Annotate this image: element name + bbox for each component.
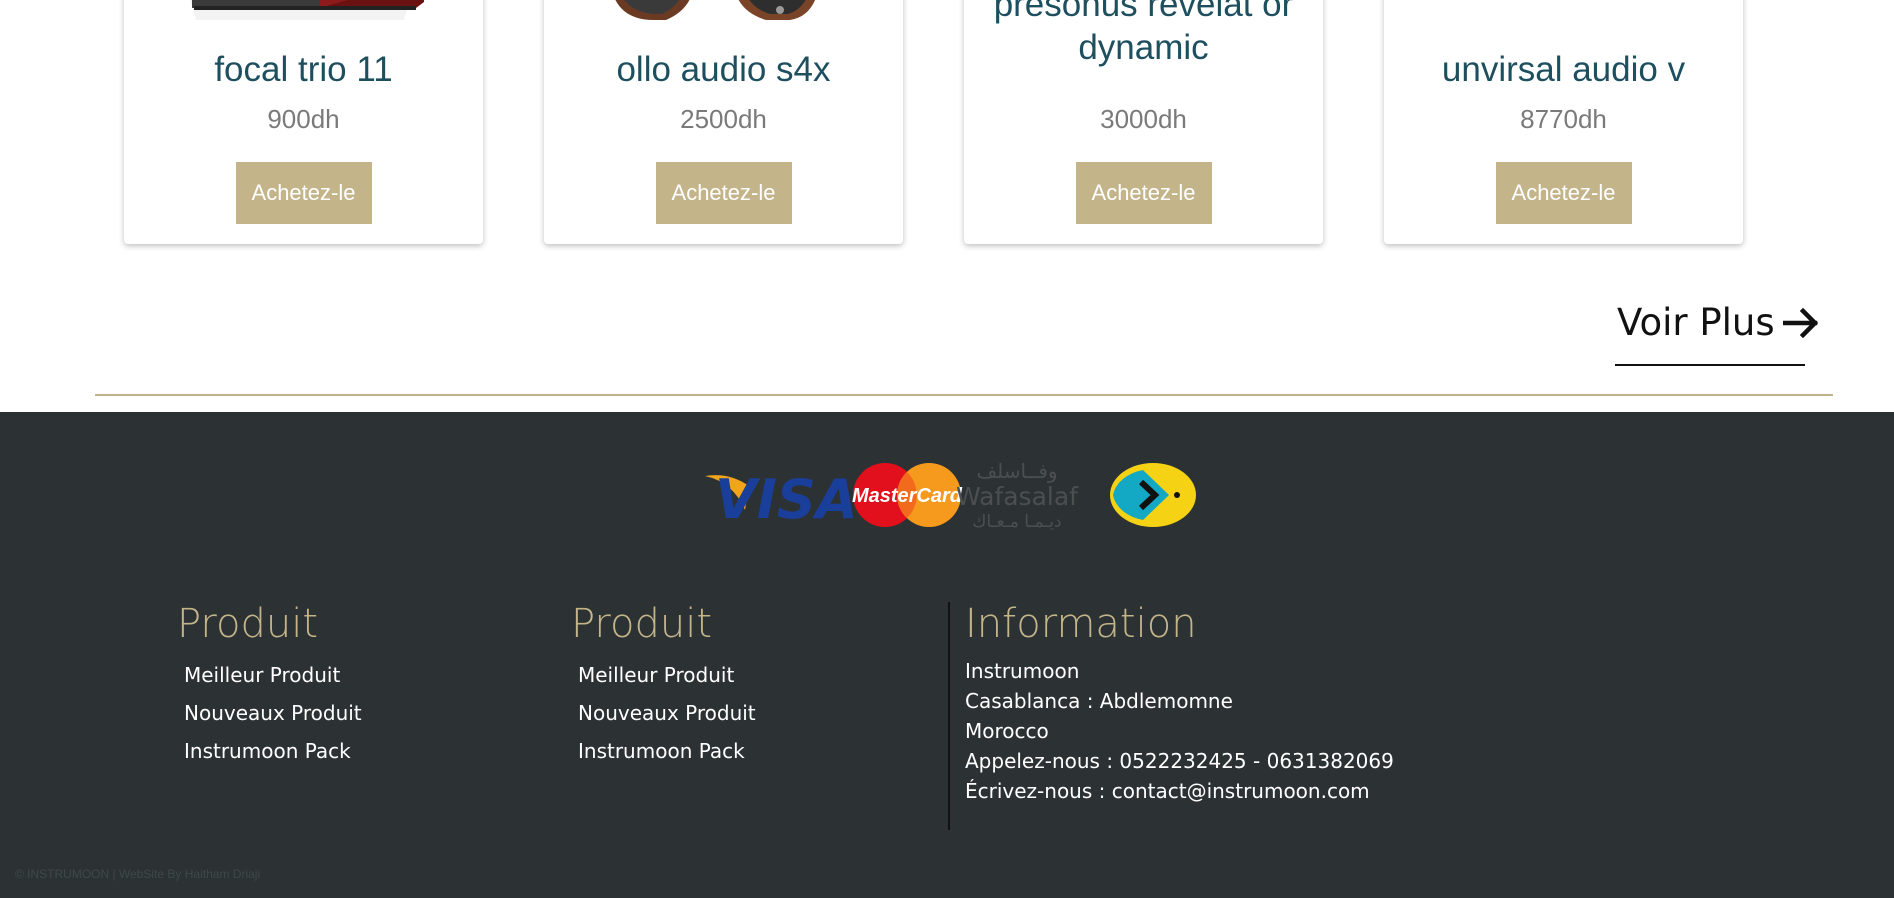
wafasalaf-arabic-bottom: ديـمـا مـعـاك	[972, 512, 1061, 530]
footer-link-item: Meilleur Produit	[578, 656, 756, 694]
footer-link-instrumoon-pack[interactable]: Instrumoon Pack	[184, 739, 351, 763]
footer-link-item: Instrumoon Pack	[578, 732, 756, 770]
product-name: focal trio 11	[214, 50, 393, 89]
footer-link-meilleur-produit[interactable]: Meilleur Produit	[184, 663, 340, 687]
voir-plus-link[interactable]: Voir Plus	[1615, 300, 1818, 366]
product-price: 8770dh	[1520, 104, 1607, 134]
footer-links: Meilleur Produit Nouveaux Produit Instru…	[571, 656, 756, 770]
footer-column-title: Produit	[177, 601, 318, 647]
footer-column-title: Information	[965, 601, 1197, 647]
product-price: 900dh	[267, 104, 340, 134]
footer-column-produit-1: Produit Meilleur Produit Nouveaux Produi…	[177, 600, 362, 770]
product-card: ollo audio s4x 2500dh Achetez-le	[544, 0, 903, 244]
footer-column-title: Produit	[571, 601, 712, 647]
mastercard-text: MasterCard	[852, 485, 963, 507]
product-image[interactable]	[544, 0, 903, 42]
cashplus-logo	[1110, 463, 1196, 527]
copyright-text: © INSTRUMOON | WebSite By Haitham Driaji	[15, 867, 261, 881]
product-image[interactable]	[124, 0, 483, 42]
product-card: presonus revelat or dynamic 3000dh Achet…	[964, 0, 1323, 244]
visa-text: VISA	[715, 468, 858, 530]
product-name: presonus revelat or dynamic	[993, 0, 1294, 67]
info-phone: Appelez-nous : 0522232425 - 0631382069	[965, 749, 1394, 773]
info-email: Écrivez-nous : contact@instrumoon.com	[965, 779, 1370, 803]
footer-column-information: Information Instrumoon Casablanca : Abdl…	[948, 601, 1394, 830]
wafasalaf-arabic-top: وفــاسلف	[976, 460, 1057, 483]
mastercard-logo: MasterCard	[852, 463, 963, 527]
footer-links: Meilleur Produit Nouveaux Produit Instru…	[177, 656, 362, 770]
products-section: focal trio 11 900dh Achetez-le ollo audi…	[0, 0, 1894, 412]
product-card: focal trio 11 900dh Achetez-le	[124, 0, 483, 244]
voir-plus-label: Voir Plus	[1617, 301, 1775, 344]
buy-button[interactable]: Achetez-le	[1075, 162, 1212, 224]
section-divider	[95, 394, 1833, 396]
product-price: 3000dh	[1100, 104, 1187, 134]
wafasalaf-logo: وفــاسلف Wafasalaf ديـمـا مـعـاك	[956, 460, 1079, 530]
wafasalaf-text: Wafasalaf	[956, 482, 1079, 511]
footer-link-nouveaux-produit[interactable]: Nouveaux Produit	[578, 701, 756, 725]
footer-link-instrumoon-pack[interactable]: Instrumoon Pack	[578, 739, 745, 763]
buy-button[interactable]: Achetez-le	[1495, 162, 1632, 224]
footer-link-meilleur-produit[interactable]: Meilleur Produit	[578, 663, 734, 687]
footer-column-produit-2: Produit Meilleur Produit Nouveaux Produi…	[571, 600, 756, 770]
visa-logo: VISA	[705, 468, 858, 530]
footer: VISA MasterCard وفــاسلف Wafasalaf ديـمـ…	[0, 412, 1894, 898]
buy-button[interactable]: Achetez-le	[235, 162, 372, 224]
info-address: Casablanca : Abdlemomne	[965, 689, 1233, 713]
footer-link-nouveaux-produit[interactable]: Nouveaux Produit	[184, 701, 362, 725]
footer-link-item: Nouveaux Produit	[578, 694, 756, 732]
product-price: 2500dh	[680, 104, 767, 134]
product-name: unvirsal audio v	[1441, 50, 1686, 89]
footer-link-item: Instrumoon Pack	[184, 732, 362, 770]
info-country: Morocco	[965, 719, 1049, 743]
footer-link-item: Nouveaux Produit	[184, 694, 362, 732]
page: focal trio 11 900dh Achetez-le ollo audi…	[0, 0, 1894, 898]
product-name: ollo audio s4x	[616, 50, 831, 89]
arrow-right-icon	[1782, 303, 1819, 349]
product-image[interactable]	[1384, 0, 1743, 42]
product-card: unvirsal audio v 8770dh Achetez-le	[1384, 0, 1743, 244]
footer-link-item: Meilleur Produit	[184, 656, 362, 694]
buy-button[interactable]: Achetez-le	[655, 162, 792, 224]
payment-logos: VISA MasterCard وفــاسلف Wafasalaf ديـمـ…	[705, 460, 1196, 530]
info-company: Instrumoon	[965, 659, 1080, 683]
